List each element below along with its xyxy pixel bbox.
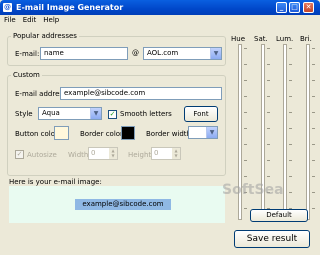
minimize-button[interactable]: _: [276, 2, 287, 13]
chevron-down-icon[interactable]: ▼: [210, 48, 221, 59]
button-color-label: Button color: [15, 130, 58, 138]
border-color-swatch[interactable]: [121, 126, 135, 140]
popular-addresses-legend: Popular addresses: [13, 32, 77, 40]
slider-tick: [244, 64, 247, 65]
slider-tick: [312, 208, 315, 209]
slider-tick: [289, 192, 292, 193]
email-address-label: E-mail address: [15, 90, 67, 98]
title-bar: @ E-mail Image Generator _ □ ✕: [0, 0, 320, 15]
slider-tick: [312, 128, 315, 129]
slider-tick: [312, 144, 315, 145]
save-result-button[interactable]: Save result: [234, 230, 310, 248]
slider-tick: [289, 144, 292, 145]
slider-track[interactable]: [306, 44, 310, 220]
height-value: 0: [154, 149, 159, 157]
slider-tick: [267, 80, 270, 81]
slider-tick: [267, 128, 270, 129]
default-button[interactable]: Default: [250, 209, 308, 222]
slider-tick: [267, 64, 270, 65]
slider-tick: [289, 176, 292, 177]
slider-tick: [312, 192, 315, 193]
font-button[interactable]: Font: [184, 106, 218, 122]
preview-label: Here is your e-mail image:: [9, 178, 102, 186]
slider-tick: [267, 112, 270, 113]
watermark: SoftSea: [222, 182, 284, 198]
slider-tick: [267, 48, 270, 49]
border-width-label: Border width: [146, 130, 191, 138]
slider-tick: [289, 64, 292, 65]
slider-tick: [289, 112, 292, 113]
app-icon: @: [3, 3, 12, 12]
menu-bar: File Edit Help: [0, 15, 320, 26]
slider-tick: [312, 160, 315, 161]
height-spinner[interactable]: 0 ▲ ▼: [151, 147, 181, 160]
smooth-letters-label: Smooth letters: [120, 110, 172, 118]
slider-tick: [267, 176, 270, 177]
menu-file[interactable]: File: [4, 16, 16, 24]
slider-tick: [289, 80, 292, 81]
style-value: Aqua: [42, 109, 60, 117]
height-label: Height: [128, 151, 152, 159]
width-value: 0: [91, 149, 96, 157]
bri-label: Bri.: [300, 35, 312, 43]
slider-tick: [289, 48, 292, 49]
hue-label: Hue: [231, 35, 246, 43]
bri-slider[interactable]: [302, 44, 315, 220]
autosize-label: Autosize: [27, 151, 57, 159]
slider-tick: [289, 160, 292, 161]
slider-tick: [312, 112, 315, 113]
slider-tick: [244, 208, 247, 209]
chevron-down-icon[interactable]: ▼: [206, 127, 217, 138]
name-input[interactable]: name: [40, 47, 128, 60]
email-image: example@sibcode.com: [75, 199, 171, 210]
width-spinner[interactable]: 0 ▲ ▼: [88, 147, 118, 160]
menu-edit[interactable]: Edit: [23, 16, 37, 24]
maximize-button[interactable]: □: [289, 2, 300, 13]
slider-tick: [312, 176, 315, 177]
border-color-label: Border color: [80, 130, 123, 138]
window-title: E-mail Image Generator: [16, 3, 124, 12]
sat-label: Sat.: [254, 35, 268, 43]
preview-panel: example@sibcode.com: [9, 186, 225, 223]
slider-tick: [267, 160, 270, 161]
slider-tick: [312, 48, 315, 49]
border-width-select[interactable]: ▼: [188, 126, 218, 139]
slider-tick: [244, 128, 247, 129]
slider-tick: [267, 96, 270, 97]
style-label: Style: [15, 110, 33, 118]
domain-select[interactable]: AOL.com ▼: [143, 47, 222, 60]
slider-tick: [244, 80, 247, 81]
slider-tick: [244, 96, 247, 97]
autosize-checkbox[interactable]: ✓: [15, 150, 24, 159]
domain-value: AOL.com: [147, 49, 179, 57]
email-label: E-mail:: [15, 50, 40, 58]
button-color-swatch[interactable]: [54, 126, 69, 140]
slider-tick: [312, 96, 315, 97]
close-button[interactable]: ✕: [303, 2, 314, 13]
smooth-letters-checkbox[interactable]: ✓: [108, 110, 117, 119]
width-label: Width: [68, 151, 89, 159]
slider-tick: [289, 96, 292, 97]
chevron-down-icon[interactable]: ▼: [90, 108, 101, 119]
menu-help[interactable]: Help: [43, 16, 59, 24]
slider-tick: [312, 64, 315, 65]
slider-tick: [244, 48, 247, 49]
email-address-input[interactable]: example@sibcode.com: [60, 87, 222, 100]
spin-arrows-icon[interactable]: ▲ ▼: [172, 148, 180, 159]
slider-tick: [312, 80, 315, 81]
style-select[interactable]: Aqua ▼: [38, 107, 102, 120]
slider-track[interactable]: [283, 44, 287, 220]
slider-tick: [244, 176, 247, 177]
custom-legend: Custom: [13, 71, 40, 79]
slider-tick: [244, 144, 247, 145]
slider-tick: [267, 144, 270, 145]
slider-tick: [244, 160, 247, 161]
slider-tick: [289, 128, 292, 129]
at-sign: @: [132, 49, 139, 57]
lum-label: Lum.: [276, 35, 294, 43]
slider-tick: [244, 112, 247, 113]
spin-arrows-icon[interactable]: ▲ ▼: [109, 148, 117, 159]
